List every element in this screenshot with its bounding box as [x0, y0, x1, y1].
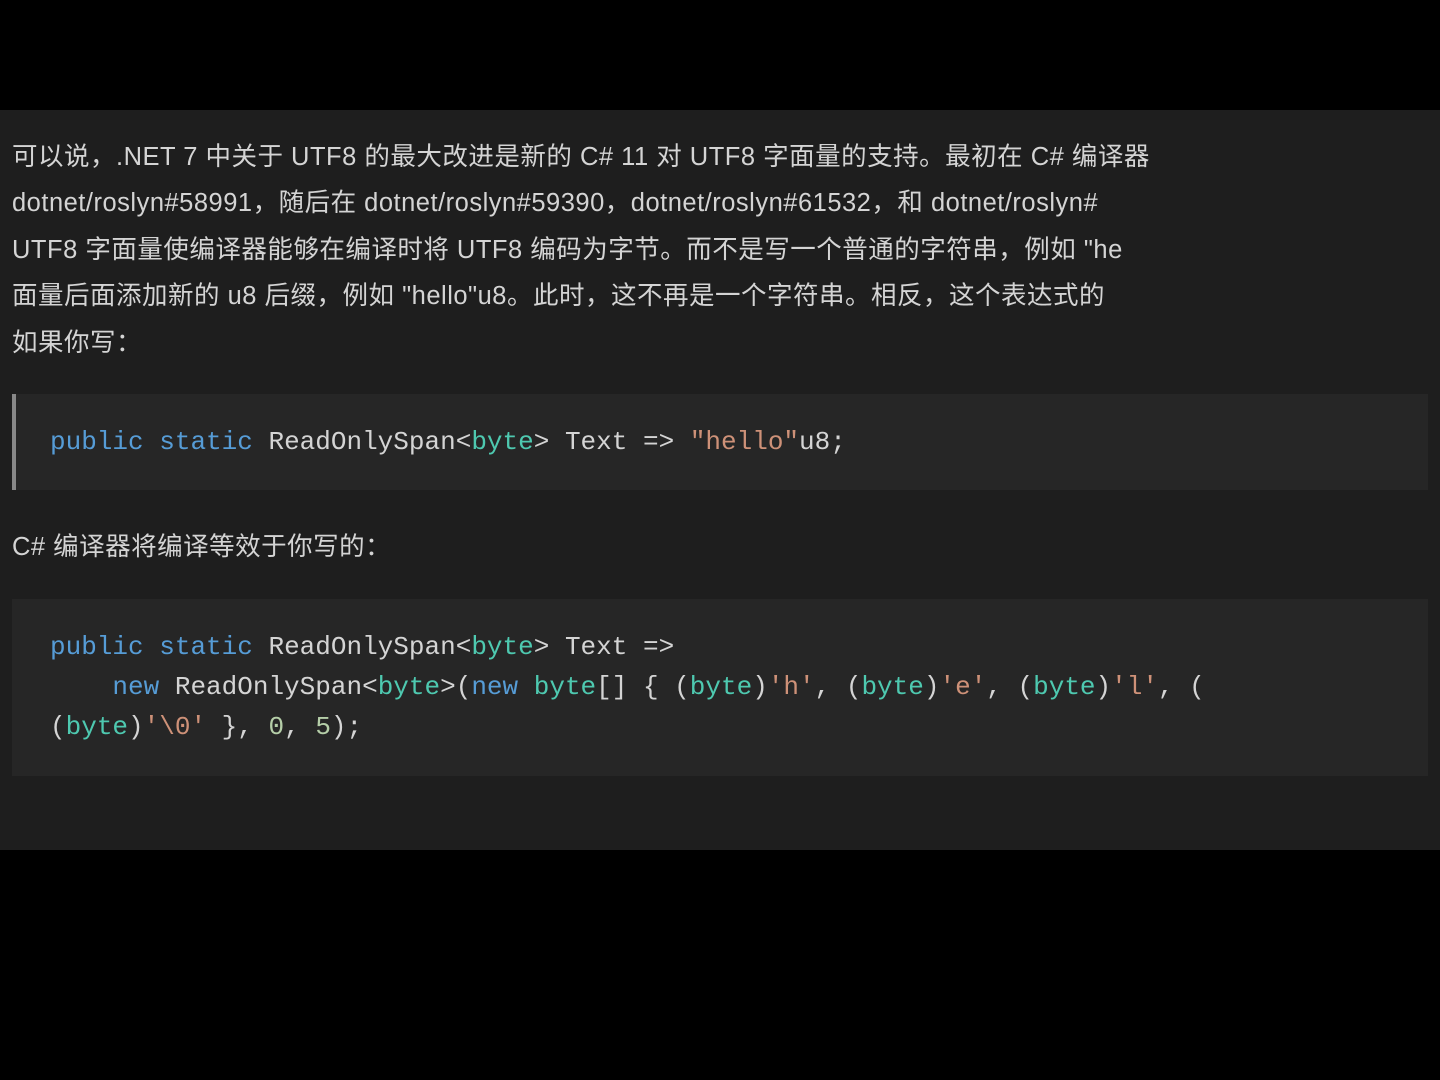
arrow: =>: [643, 632, 674, 662]
article-body: 可以说，.NET 7 中关于 UTF8 的最大改进是新的 C# 11 对 UTF…: [0, 110, 1440, 850]
angle-close: >: [534, 632, 550, 662]
keyword-new: new: [471, 672, 518, 702]
num-0: 0: [268, 712, 284, 742]
type-readonlyspan: ReadOnlySpan: [175, 672, 362, 702]
cast-byte: byte: [690, 672, 752, 702]
angle-close: >(: [440, 672, 471, 702]
type-byte: byte: [471, 632, 533, 662]
cast-byte: byte: [1033, 672, 1095, 702]
paragraph-line: dotnet/roslyn#58991，随后在 dotnet/roslyn#59…: [12, 180, 1428, 226]
angle-close: >: [534, 427, 550, 457]
char-nul: '\0': [144, 712, 206, 742]
open-paren: (: [50, 712, 66, 742]
tail: },: [206, 712, 268, 742]
keyword-public: public: [50, 427, 144, 457]
keyword-static: static: [159, 632, 253, 662]
angle-open: <: [456, 427, 472, 457]
type-readonlyspan: ReadOnlySpan: [268, 427, 455, 457]
paragraph-2: C# 编译器将编译等效于你写的：: [12, 524, 1428, 570]
paragraph-line: 如果你写：: [12, 320, 1428, 366]
close-paren: ): [924, 672, 940, 702]
comma: , (: [1158, 672, 1205, 702]
close-paren: ): [752, 672, 768, 702]
tail-close: );: [331, 712, 362, 742]
type-byte: byte: [534, 672, 596, 702]
angle-open: <: [456, 632, 472, 662]
string-hello: "hello": [690, 427, 799, 457]
comma: , (: [986, 672, 1033, 702]
char-l: 'l': [1111, 672, 1158, 702]
comma: ,: [284, 712, 315, 742]
type-byte: byte: [378, 672, 440, 702]
type-readonlyspan: ReadOnlySpan: [268, 632, 455, 662]
keyword-public: public: [50, 632, 144, 662]
suffix-u8: u8: [799, 427, 830, 457]
comma: , (: [815, 672, 862, 702]
cast-byte: byte: [861, 672, 923, 702]
identifier-text: Text: [565, 427, 627, 457]
paragraph-line: 面量后面添加新的 u8 后缀，例如 "hello"u8。此时，这不再是一个字符串…: [12, 273, 1428, 319]
keyword-static: static: [159, 427, 253, 457]
paragraph-line: 可以说，.NET 7 中关于 UTF8 的最大改进是新的 C# 11 对 UTF…: [12, 134, 1428, 180]
cast-byte: byte: [66, 712, 128, 742]
paragraph-line: UTF8 字面量使编译器能够在编译时将 UTF8 编码为字节。而不是写一个普通的…: [12, 227, 1428, 273]
arrow: =>: [643, 427, 674, 457]
keyword-new: new: [112, 672, 159, 702]
close-paren: ): [1096, 672, 1112, 702]
identifier-text: Text: [565, 632, 627, 662]
code-block-1: public static ReadOnlySpan<byte> Text =>…: [12, 394, 1428, 490]
char-h: 'h': [768, 672, 815, 702]
type-byte: byte: [471, 427, 533, 457]
angle-open: <: [362, 672, 378, 702]
semicolon: ;: [830, 427, 846, 457]
code-block-2: public static ReadOnlySpan<byte> Text =>…: [12, 599, 1428, 776]
array-open: [] { (: [596, 672, 690, 702]
char-e: 'e': [939, 672, 986, 702]
num-5: 5: [315, 712, 331, 742]
close-paren: ): [128, 712, 144, 742]
